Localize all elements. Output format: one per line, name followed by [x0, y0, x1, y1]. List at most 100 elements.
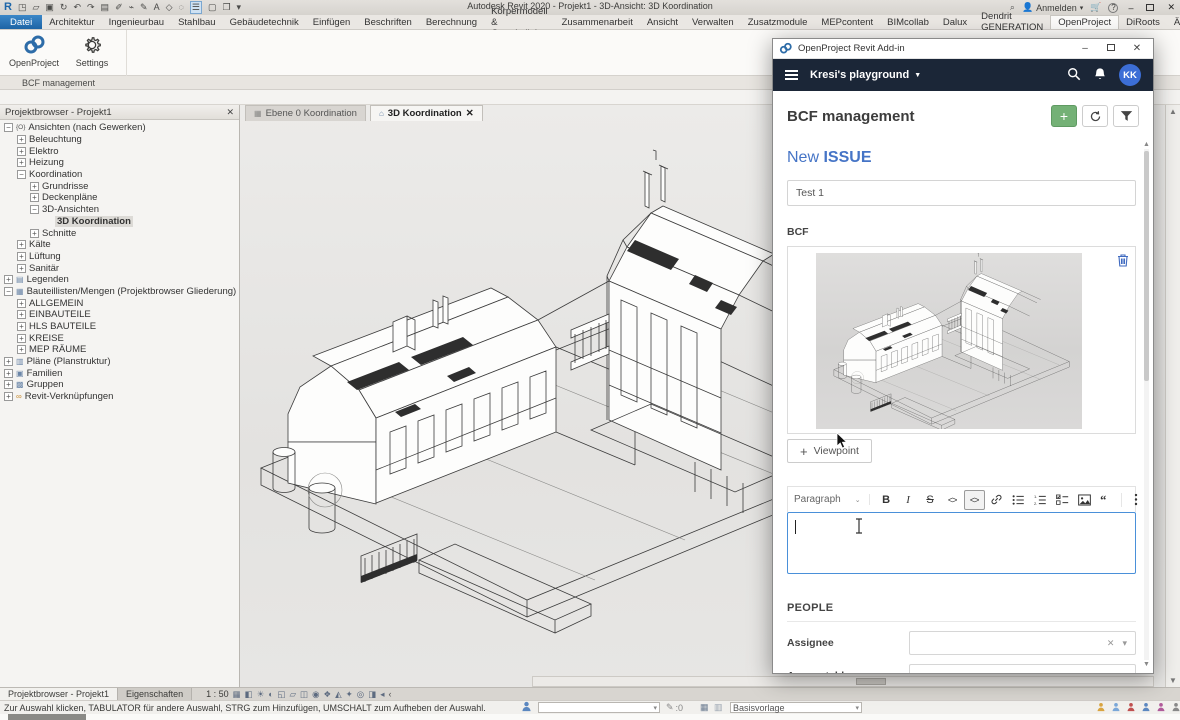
expand-icon[interactable]: + — [4, 392, 13, 401]
modify-window-icon[interactable]: ◳ — [18, 2, 27, 13]
sun-path-icon[interactable]: ☀ — [257, 689, 265, 700]
expand-icon[interactable]: + — [30, 193, 39, 202]
add-issue-button[interactable]: + — [1051, 105, 1077, 127]
chevron-down-icon[interactable]: ▾ — [1122, 671, 1127, 674]
expand-icon[interactable]: + — [30, 229, 39, 238]
tab-zusatzmodule[interactable]: Zusatzmodule — [741, 15, 815, 29]
openproject-button[interactable]: OpenProject — [8, 32, 60, 74]
inline-code-icon[interactable]: <> — [942, 490, 963, 510]
view-tab-ebene0[interactable]: ▦ Ebene 0 Koordination — [245, 105, 366, 121]
restore-button[interactable] — [1143, 3, 1157, 13]
link-icon[interactable] — [986, 490, 1007, 510]
tab-dalux[interactable]: Dalux — [936, 15, 974, 29]
tab-einf-gen[interactable]: Einfügen — [306, 15, 358, 29]
collapse-icon[interactable]: − — [4, 123, 13, 132]
tree-item-gruppen[interactable]: +▩Gruppen — [0, 379, 239, 391]
drag-on-selection-icon[interactable] — [1171, 702, 1180, 714]
tree-item-revit-verkn-pfungen[interactable]: +∞Revit-Verknüpfungen — [0, 391, 239, 403]
tree-item-mep-r-ume[interactable]: +MEP RÄUME — [0, 344, 239, 356]
constraints-icon[interactable]: ◎ — [357, 689, 364, 700]
tree-item-elektro[interactable]: +Elektro — [0, 145, 239, 157]
refresh-button[interactable] — [1082, 105, 1108, 127]
tab-datei[interactable]: Datei — [0, 15, 42, 29]
minimize-button[interactable]: – — [1075, 43, 1095, 54]
expand-icon[interactable]: + — [17, 252, 26, 261]
bell-icon[interactable] — [1093, 67, 1107, 84]
maximize-button[interactable] — [1101, 43, 1121, 54]
clear-icon[interactable]: ✕ — [1107, 638, 1115, 649]
user-interface-icon[interactable]: ☰ — [190, 1, 202, 14]
todo-list-icon[interactable] — [1052, 490, 1073, 510]
tree-item-heizung[interactable]: +Heizung — [0, 157, 239, 169]
expand-icon[interactable]: + — [17, 264, 26, 273]
tab-geb-udetechnik[interactable]: Gebäudetechnik — [223, 15, 306, 29]
expand-icon[interactable]: + — [17, 345, 26, 354]
issue-title-input[interactable] — [787, 180, 1136, 206]
close-button[interactable]: ✕ — [1127, 43, 1147, 54]
add-viewpoint-button[interactable]: +Viewpoint — [787, 439, 872, 463]
tree-item-grundrisse[interactable]: +Grundrisse — [0, 180, 239, 192]
tree-item-k-lte[interactable]: +Kälte — [0, 239, 239, 251]
bold-icon[interactable]: B — [876, 490, 897, 510]
tab-zusammenarbeit[interactable]: Zusammenarbeit — [555, 15, 640, 29]
undo-icon[interactable]: ↶ — [73, 2, 81, 13]
tree-item-kreise[interactable]: +KREISE — [0, 332, 239, 344]
expand-icon[interactable]: + — [17, 240, 26, 249]
tree-item-ansichten-nach-gewerken[interactable]: −{O}Ansichten (nach Gewerken) — [0, 122, 239, 134]
print-icon[interactable]: ▤ — [101, 2, 110, 13]
collapse-arrow-icon[interactable]: ◂ — [380, 689, 384, 700]
expand-icon[interactable]: + — [17, 147, 26, 156]
shadows-icon[interactable]: ◐ — [268, 689, 273, 699]
collapse-icon[interactable]: − — [4, 287, 13, 296]
expand-icon[interactable]: + — [17, 334, 26, 343]
visual-style-icon[interactable]: ◧ — [245, 689, 253, 700]
sync-with-central-icon[interactable]: ↻ — [60, 2, 68, 13]
expand-icon[interactable]: + — [4, 369, 13, 378]
italic-icon[interactable]: I — [898, 490, 919, 510]
tree-item-koordination[interactable]: −Koordination — [0, 169, 239, 181]
tab-ansicht[interactable]: Ansicht — [640, 15, 685, 29]
strikethrough-icon[interactable]: S — [920, 490, 941, 510]
collapse-icon[interactable]: ‹ — [389, 689, 392, 699]
tab-architektur[interactable]: Architektur — [42, 15, 101, 29]
tree-item-einbauteile[interactable]: +EINBAUTEILE — [0, 309, 239, 321]
tab-bimcollab[interactable]: BIMcollab — [880, 15, 936, 29]
description-textarea[interactable] — [787, 512, 1136, 574]
view-tab-3d-koordination[interactable]: ⌂ 3D Koordination ✕ — [370, 105, 483, 121]
settings-button[interactable]: Settings — [66, 32, 118, 74]
save-icon[interactable]: ▣ — [45, 2, 54, 13]
select-underlay-icon[interactable] — [1156, 702, 1166, 714]
bottom-tab-eigenschaften[interactable]: Eigenschaften — [118, 688, 192, 700]
scrollbar-thumb[interactable] — [1144, 151, 1149, 381]
expand-icon[interactable]: + — [4, 380, 13, 389]
switch-windows-icon[interactable]: ❐ — [222, 2, 230, 13]
close-inactive-windows-icon[interactable]: ▢ — [208, 2, 217, 13]
vertical-scrollbar[interactable]: ▲ ▼ — [1165, 105, 1180, 687]
redo-icon[interactable]: ↷ — [87, 2, 95, 13]
rendering-dialog-icon[interactable]: ▦ — [233, 689, 241, 700]
customize-quick-access-icon[interactable]: ▾ — [237, 2, 242, 13]
cart-icon[interactable]: 🛒 — [1090, 2, 1101, 13]
default-3d-view-icon[interactable]: ◇ — [166, 2, 173, 13]
trash-icon[interactable] — [1117, 253, 1129, 270]
accountable-select[interactable]: ✕▾ — [909, 664, 1136, 673]
tree-item-legenden[interactable]: +▤Legenden — [0, 274, 239, 286]
search-icon[interactable] — [1067, 67, 1081, 84]
clear-icon[interactable]: ✕ — [1107, 671, 1115, 674]
minimize-button[interactable]: – — [1125, 3, 1136, 13]
view-properties-icon[interactable]: ❖ — [323, 689, 331, 700]
tab-stahlbau[interactable]: Stahlbau — [171, 15, 223, 29]
close-button[interactable]: ✕ — [1164, 2, 1178, 13]
worksets-icon[interactable] — [521, 701, 532, 714]
tree-item-bauteillisten-mengen-projektbrowser-gliederung[interactable]: −▦Bauteillisten/Mengen (Projektbrowser G… — [0, 286, 239, 298]
crop-view-icon[interactable]: ◱ — [277, 689, 285, 700]
project-selector[interactable]: Kresi's playground▼ — [810, 69, 921, 81]
tab-k-rpermodell-grundst-ck[interactable]: Körpermodell & Grundstück — [484, 15, 555, 29]
assignee-select[interactable]: ✕▾ — [909, 631, 1136, 655]
tree-item-deckenpl-ne[interactable]: +Deckenpläne — [0, 192, 239, 204]
collapse-icon[interactable]: − — [30, 205, 39, 214]
expand-icon[interactable]: + — [30, 182, 39, 191]
help-button[interactable]: ? — [1108, 3, 1118, 13]
insert-image-icon[interactable] — [1074, 490, 1095, 510]
tree-item-allgemein[interactable]: +ALLGEMEIN — [0, 297, 239, 309]
